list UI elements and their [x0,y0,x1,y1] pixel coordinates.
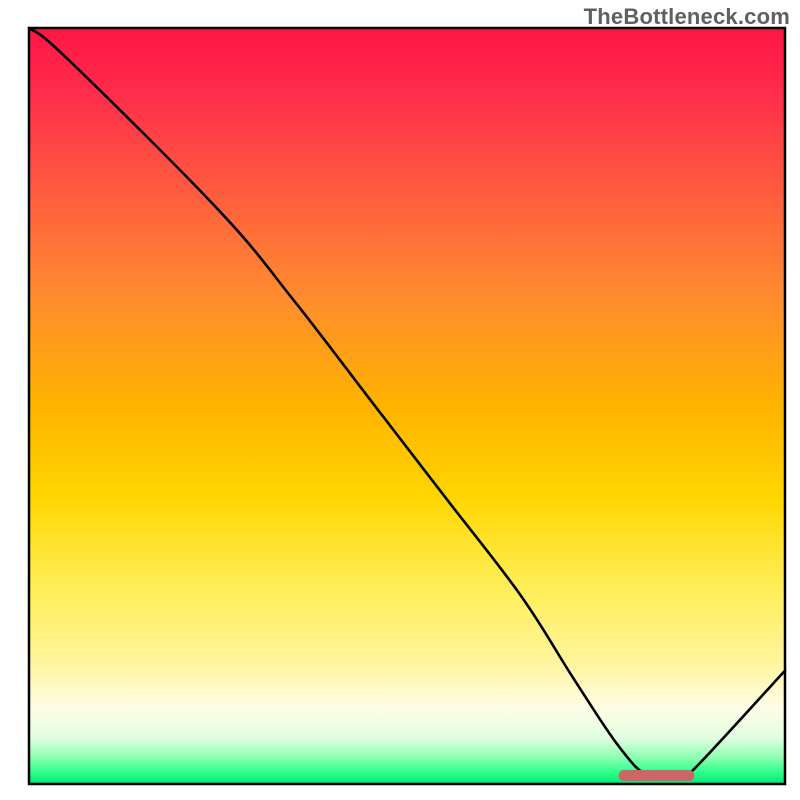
bottleneck-chart [0,0,800,800]
chart-background [29,28,785,784]
chart-container: TheBottleneck.com [0,0,800,800]
optimal-range-marker [619,770,695,781]
watermark-text: TheBottleneck.com [584,4,790,30]
